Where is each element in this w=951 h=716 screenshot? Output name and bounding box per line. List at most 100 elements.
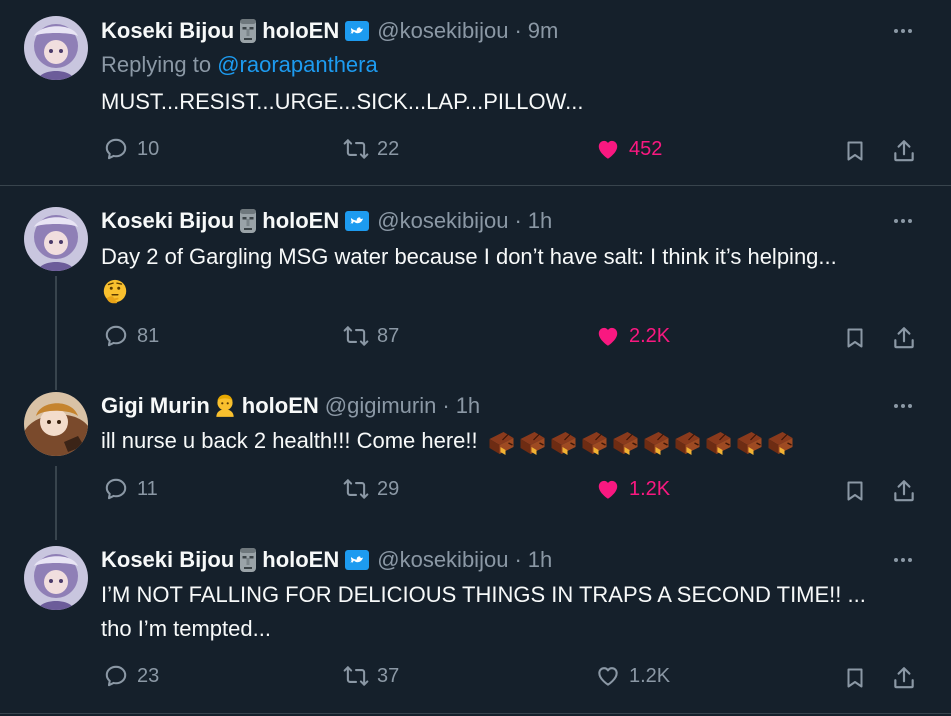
share-button[interactable] (891, 665, 917, 691)
reply-count: 10 (137, 137, 160, 160)
bookmark-button[interactable] (843, 138, 867, 164)
timestamp[interactable]: 9m (528, 18, 559, 44)
reply-button[interactable]: 81 (103, 323, 159, 349)
more-icon (891, 548, 915, 572)
display-name[interactable]: Koseki Bijou (101, 208, 234, 234)
tweet[interactable]: Gigi Murin holoEN @gigimurin · 1h ill nu… (0, 376, 951, 540)
like-count: 1.2K (629, 477, 671, 500)
trap-box-icon (641, 426, 672, 456)
separator-dot: · (514, 18, 522, 43)
share-button[interactable] (891, 325, 917, 351)
thinking-face-emoji (101, 274, 921, 308)
moai-icon (238, 547, 258, 573)
share-icon (891, 478, 917, 504)
more-icon (891, 19, 915, 43)
timestamp[interactable]: 1h (456, 393, 480, 419)
retweet-button[interactable]: 22 (343, 136, 399, 162)
reply-icon (103, 136, 129, 162)
retweet-button[interactable]: 37 (343, 663, 399, 689)
handle[interactable]: @kosekibijou (377, 547, 508, 573)
trap-box-icon (703, 426, 734, 456)
timestamp[interactable]: 1h (528, 547, 552, 573)
tweet-header: Gigi Murin holoEN @gigimurin · 1h (101, 391, 480, 421)
share-icon (891, 665, 917, 691)
avatar[interactable] (24, 546, 88, 610)
heart-icon (595, 476, 621, 502)
replying-to-link[interactable]: @raorapanthera (217, 52, 378, 77)
separator-dot: · (514, 208, 522, 233)
separator-dot: · (442, 393, 450, 418)
more-button[interactable] (890, 393, 916, 419)
retweet-count: 29 (377, 477, 400, 500)
heart-icon (595, 663, 621, 689)
action-bar: 23 37 1.2K (101, 663, 921, 695)
tweet[interactable]: Koseki Bijou holoEN @kosekibijou · 9m Re… (0, 0, 951, 185)
more-button[interactable] (890, 547, 916, 573)
bookmark-icon (843, 665, 867, 691)
retweet-icon (343, 323, 369, 349)
like-button[interactable]: 1.2K (595, 663, 670, 689)
like-button[interactable]: 452 (595, 136, 662, 162)
avatar-image (24, 16, 88, 80)
org-name[interactable]: holoEN (262, 547, 339, 573)
moai-icon (238, 208, 258, 234)
like-button[interactable]: 2.2K (595, 323, 670, 349)
reply-button[interactable]: 23 (103, 663, 159, 689)
tweet-text-content: MUST...RESIST...URGE...SICK...LAP...PILL… (101, 89, 584, 114)
tweet-text: ill nurse u back 2 health!!! Come here!! (101, 424, 921, 458)
trap-box-icon (672, 426, 703, 456)
bookmark-button[interactable] (843, 665, 867, 691)
action-bar: 81 87 2.2K (101, 323, 921, 355)
share-button[interactable] (891, 138, 917, 164)
more-button[interactable] (890, 18, 916, 44)
tweet[interactable]: Koseki Bijou holoEN @kosekibijou · 1h I’… (0, 526, 951, 714)
reply-icon (103, 663, 129, 689)
trap-emoji-row (486, 426, 796, 456)
reply-button[interactable]: 10 (103, 136, 159, 162)
retweet-count: 22 (377, 137, 400, 160)
tweet[interactable]: Koseki Bijou holoEN @kosekibijou · 1h Da… (0, 186, 951, 390)
bookmark-button[interactable] (843, 478, 867, 504)
tweet-text: I’M NOT FALLING FOR DELICIOUS THINGS IN … (101, 578, 921, 646)
share-icon (891, 325, 917, 351)
like-count: 452 (629, 137, 663, 160)
share-icon (891, 138, 917, 164)
replying-to: Replying to @raorapanthera (101, 52, 378, 78)
reply-icon (103, 323, 129, 349)
reply-button[interactable]: 11 (103, 476, 158, 502)
like-button[interactable]: 1.2K (595, 476, 670, 502)
timestamp[interactable]: 1h (528, 208, 552, 234)
display-name[interactable]: Koseki Bijou (101, 547, 234, 573)
handle[interactable]: @kosekibijou (377, 18, 508, 44)
thinking-face-icon (101, 278, 129, 306)
verified-badge-icon (345, 21, 369, 41)
org-name[interactable]: holoEN (262, 18, 339, 44)
org-name[interactable]: holoEN (262, 208, 339, 234)
trap-box-icon (610, 426, 641, 456)
avatar[interactable] (24, 16, 88, 80)
heart-icon (595, 323, 621, 349)
trap-box-icon (486, 426, 517, 456)
bookmark-button[interactable] (843, 325, 867, 351)
avatar[interactable] (24, 207, 88, 271)
tweet-text: Day 2 of Gargling MSG water because I do… (101, 240, 921, 308)
more-icon (891, 394, 915, 418)
reply-count: 81 (137, 324, 160, 347)
more-button[interactable] (890, 208, 916, 234)
handle[interactable]: @kosekibijou (377, 208, 508, 234)
tweet-text-line2: tho I’m tempted... (101, 616, 271, 641)
divider (0, 713, 951, 714)
retweet-button[interactable]: 87 (343, 323, 399, 349)
retweet-count: 37 (377, 664, 400, 687)
verified-badge-icon (345, 550, 369, 570)
avatar-image (24, 546, 88, 610)
avatar[interactable] (24, 392, 88, 456)
display-name[interactable]: Koseki Bijou (101, 18, 234, 44)
share-button[interactable] (891, 478, 917, 504)
display-name[interactable]: Gigi Murin (101, 393, 210, 419)
retweet-button[interactable]: 29 (343, 476, 399, 502)
org-name[interactable]: holoEN (242, 393, 319, 419)
handle[interactable]: @gigimurin (325, 393, 437, 419)
replying-to-label: Replying to (101, 52, 218, 77)
retweet-icon (343, 663, 369, 689)
